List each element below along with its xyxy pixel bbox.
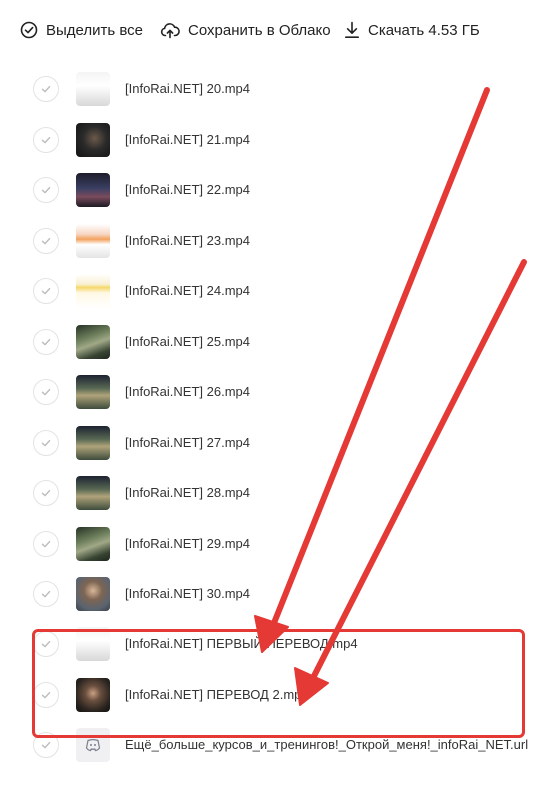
file-name: [InfoRai.NET] 28.mp4 <box>125 485 250 501</box>
check-icon <box>41 86 51 93</box>
video-thumbnail <box>76 122 110 157</box>
save-to-cloud-button[interactable]: Сохранить в Облако <box>160 18 331 42</box>
file-row[interactable]: [InfoRai.NET] 22.mp4 <box>0 165 550 215</box>
check-icon <box>41 389 51 396</box>
file-name: [InfoRai.NET] 24.mp4 <box>125 283 250 299</box>
download-icon <box>345 21 359 38</box>
file-name: [InfoRai.NET] 20.mp4 <box>125 81 250 97</box>
check-icon <box>41 439 51 446</box>
cloud-upload-icon <box>160 23 180 39</box>
file-row[interactable]: [InfoRai.NET] 21.mp4 <box>0 115 550 165</box>
row-checkbox[interactable] <box>33 227 59 254</box>
row-checkbox[interactable] <box>33 76 59 103</box>
file-name: Ещё_больше_курсов_и_тренингов!_Открой_ме… <box>125 737 529 753</box>
video-thumbnail <box>76 576 110 611</box>
check-icon <box>41 742 51 749</box>
video-thumbnail <box>76 476 110 511</box>
highlight-box <box>32 629 525 738</box>
file-name: [InfoRai.NET] 29.mp4 <box>125 535 250 551</box>
video-thumbnail <box>76 526 110 561</box>
video-thumbnail <box>76 375 110 410</box>
check-icon <box>41 540 51 547</box>
check-icon <box>41 187 51 194</box>
file-name: [InfoRai.NET] 27.mp4 <box>125 434 250 450</box>
check-icon <box>41 288 51 295</box>
row-checkbox[interactable] <box>33 530 59 557</box>
row-checkbox[interactable] <box>33 580 59 607</box>
download-label: Скачать 4.53 ГБ <box>368 21 480 39</box>
save-to-cloud-label: Сохранить в Облако <box>188 21 331 39</box>
video-thumbnail <box>76 173 110 208</box>
check-icon <box>41 489 51 497</box>
download-button[interactable]: Скачать 4.53 ГБ <box>344 18 480 42</box>
row-checkbox[interactable] <box>33 126 59 153</box>
file-row[interactable]: [InfoRai.NET] 28.mp4 <box>0 468 550 518</box>
file-name: [InfoRai.NET] 21.mp4 <box>125 131 250 147</box>
row-checkbox[interactable] <box>33 429 59 456</box>
file-row[interactable]: [InfoRai.NET] 29.mp4 <box>0 519 550 569</box>
video-thumbnail <box>76 72 110 107</box>
discord-like-icon <box>85 739 101 752</box>
file-name: [InfoRai.NET] 26.mp4 <box>125 384 250 400</box>
file-row[interactable]: [InfoRai.NET] 20.mp4 <box>0 64 550 114</box>
video-thumbnail <box>76 324 110 359</box>
row-checkbox[interactable] <box>33 177 59 204</box>
select-all-button[interactable]: Выделить все <box>20 18 143 42</box>
file-name: [InfoRai.NET] 25.mp4 <box>125 333 250 349</box>
check-icon <box>41 136 51 144</box>
toolbar: Выделить все Сохранить в Облако Скачать … <box>0 0 550 58</box>
file-row[interactable]: [InfoRai.NET] 25.mp4 <box>0 317 550 367</box>
row-checkbox[interactable] <box>33 379 59 406</box>
select-all-label: Выделить все <box>46 21 144 39</box>
row-checkbox[interactable] <box>33 328 59 355</box>
check-icon <box>41 590 51 598</box>
check-circle-icon <box>20 21 38 39</box>
file-row[interactable]: [InfoRai.NET] 23.mp4 <box>0 216 550 266</box>
check-icon <box>41 338 51 345</box>
file-name: [InfoRai.NET] 30.mp4 <box>125 585 250 601</box>
video-thumbnail <box>76 223 110 258</box>
check-icon <box>41 237 51 245</box>
file-row[interactable]: [InfoRai.NET] 26.mp4 <box>0 367 550 417</box>
file-name: [InfoRai.NET] 22.mp4 <box>125 182 250 198</box>
file-row[interactable]: [InfoRai.NET] 27.mp4 <box>0 418 550 468</box>
video-thumbnail <box>76 274 110 309</box>
video-thumbnail <box>76 425 110 460</box>
file-row[interactable]: [InfoRai.NET] 30.mp4 <box>0 569 550 619</box>
row-checkbox[interactable] <box>33 278 59 305</box>
file-name: [InfoRai.NET] 23.mp4 <box>125 232 250 248</box>
row-checkbox[interactable] <box>33 480 59 507</box>
file-row[interactable]: [InfoRai.NET] 24.mp4 <box>0 266 550 316</box>
